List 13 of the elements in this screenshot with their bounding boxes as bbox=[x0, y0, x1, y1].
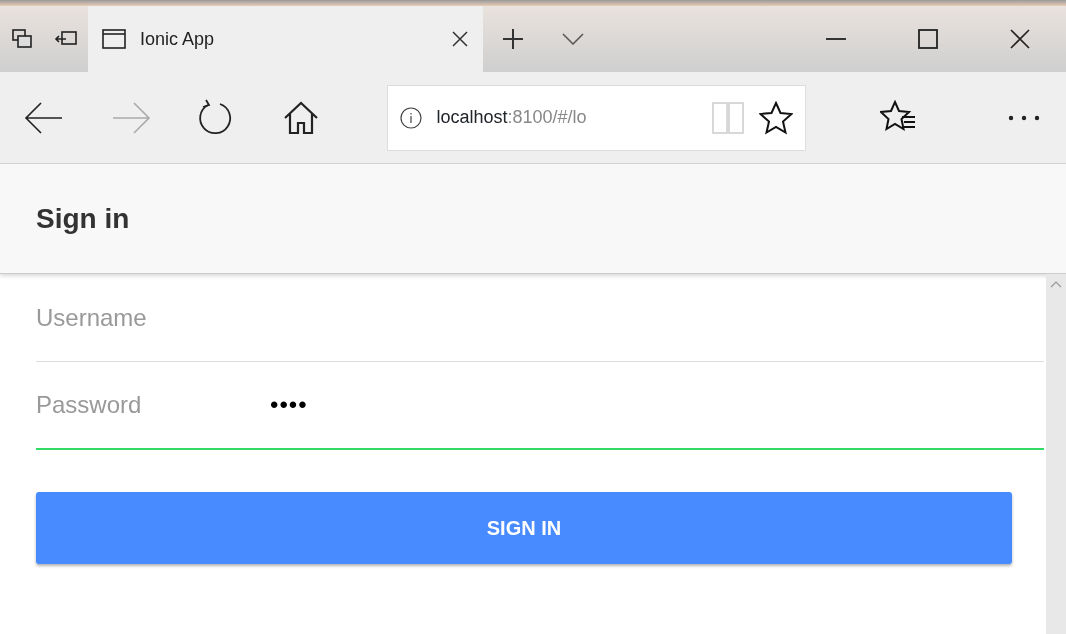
page-title: Sign in bbox=[36, 201, 130, 236]
scroll-up-icon[interactable] bbox=[1050, 280, 1062, 288]
info-icon[interactable] bbox=[400, 106, 423, 129]
field-label: Password bbox=[36, 390, 143, 420]
address-bar[interactable]: localhost:8100/#/lo bbox=[387, 84, 807, 151]
page-icon bbox=[102, 29, 126, 49]
star-icon[interactable] bbox=[759, 100, 794, 135]
field-label: Username bbox=[36, 302, 148, 333]
close-icon[interactable] bbox=[451, 30, 469, 48]
browser-tab[interactable]: Ionic App bbox=[88, 6, 483, 72]
scrollbar[interactable] bbox=[1046, 274, 1066, 634]
url-text: localhost:8100/#/lo bbox=[436, 106, 588, 129]
password-field[interactable]: •••• bbox=[270, 375, 1044, 435]
